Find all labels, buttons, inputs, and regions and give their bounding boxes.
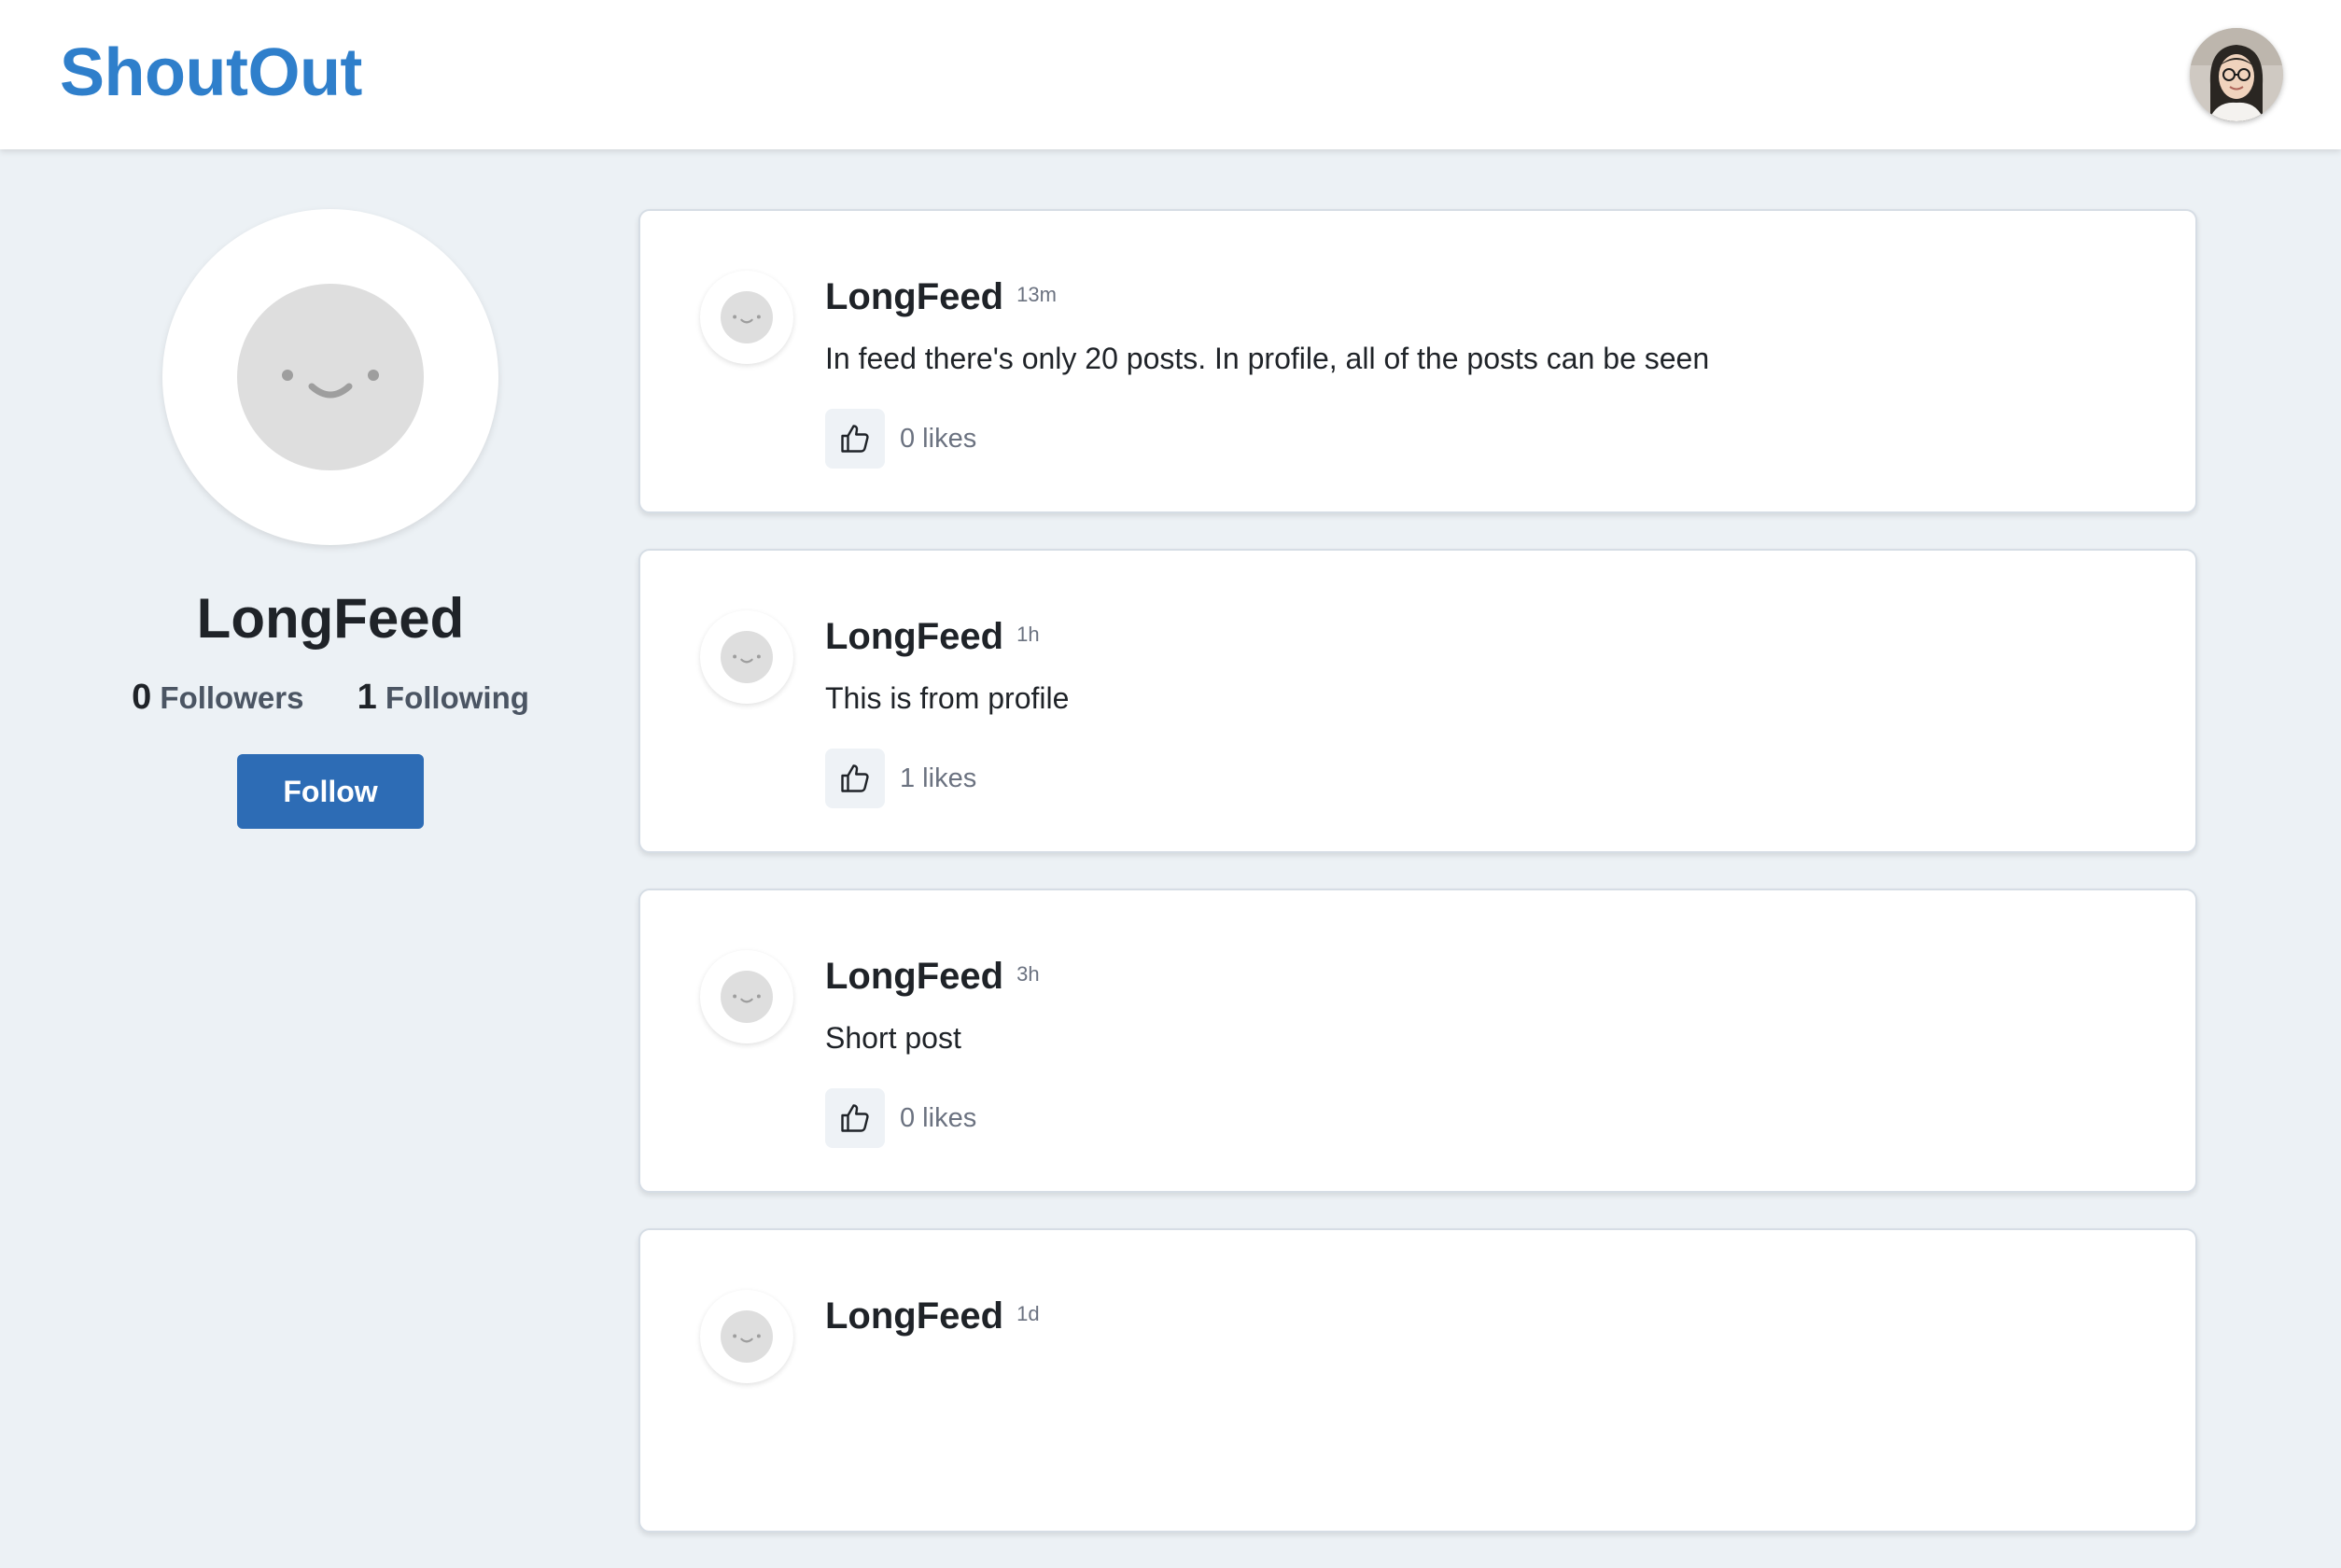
post-card: LongFeed 1d bbox=[638, 1228, 2197, 1533]
thumbs-up-icon bbox=[841, 1104, 869, 1132]
post-author-avatar[interactable] bbox=[700, 1290, 793, 1383]
post-feed: LongFeed 13m In feed there's only 20 post… bbox=[638, 209, 2197, 1568]
smiley-avatar-icon bbox=[721, 1310, 773, 1363]
post-card: LongFeed 3h Short post 0 likes bbox=[638, 889, 2197, 1193]
post-author[interactable]: LongFeed bbox=[825, 1295, 1003, 1337]
like-count: 0 likes bbox=[900, 1103, 977, 1133]
following-stat[interactable]: 1 Following bbox=[357, 678, 529, 718]
following-count: 1 bbox=[357, 678, 377, 717]
thumbs-up-icon bbox=[841, 425, 869, 453]
post-card: LongFeed 1h This is from profile 1 likes bbox=[638, 549, 2197, 853]
follow-button[interactable]: Follow bbox=[237, 754, 424, 829]
following-label: Following bbox=[385, 680, 529, 715]
brand-logo[interactable]: ShoutOut bbox=[60, 39, 362, 106]
post-header: LongFeed 3h bbox=[825, 956, 1040, 998]
like-count: 0 likes bbox=[900, 424, 977, 454]
smiley-avatar-icon bbox=[237, 284, 424, 470]
like-count: 1 likes bbox=[900, 763, 977, 793]
post-time: 1d bbox=[1016, 1302, 1040, 1325]
like-button[interactable] bbox=[825, 749, 885, 808]
smiley-avatar-icon bbox=[721, 631, 773, 683]
post-time: 13m bbox=[1016, 283, 1057, 306]
like-button[interactable] bbox=[825, 1088, 885, 1148]
post-text: In feed there's only 20 posts. In profil… bbox=[825, 342, 1710, 375]
profile-avatar bbox=[162, 209, 498, 545]
followers-label: Followers bbox=[160, 680, 304, 715]
post-author[interactable]: LongFeed bbox=[825, 956, 1003, 997]
post-text: Short post bbox=[825, 1021, 961, 1055]
profile-name: LongFeed bbox=[196, 587, 465, 650]
post-text: This is from profile bbox=[825, 681, 1070, 715]
post-card: LongFeed 13m In feed there's only 20 post… bbox=[638, 209, 2197, 513]
followers-stat[interactable]: 0 Followers bbox=[132, 678, 303, 718]
followers-count: 0 bbox=[132, 678, 152, 717]
user-avatar[interactable] bbox=[2190, 28, 2283, 121]
post-header: LongFeed 13m bbox=[825, 276, 1057, 318]
smiley-avatar-icon bbox=[721, 971, 773, 1023]
post-author[interactable]: LongFeed bbox=[825, 276, 1003, 317]
post-time: 1h bbox=[1016, 623, 1040, 646]
smiley-avatar-icon bbox=[721, 291, 773, 343]
thumbs-up-icon bbox=[841, 764, 869, 792]
like-button[interactable] bbox=[825, 409, 885, 469]
profile-stats: 0 Followers 1 Following bbox=[0, 678, 661, 718]
user-photo-icon bbox=[2190, 28, 2283, 121]
top-bar: ShoutOut bbox=[0, 0, 2341, 149]
post-header: LongFeed 1h bbox=[825, 616, 1040, 658]
post-time: 3h bbox=[1016, 962, 1040, 986]
post-author-avatar[interactable] bbox=[700, 610, 793, 704]
post-author-avatar[interactable] bbox=[700, 950, 793, 1043]
post-author[interactable]: LongFeed bbox=[825, 616, 1003, 657]
post-header: LongFeed 1d bbox=[825, 1295, 1040, 1337]
post-author-avatar[interactable] bbox=[700, 271, 793, 364]
